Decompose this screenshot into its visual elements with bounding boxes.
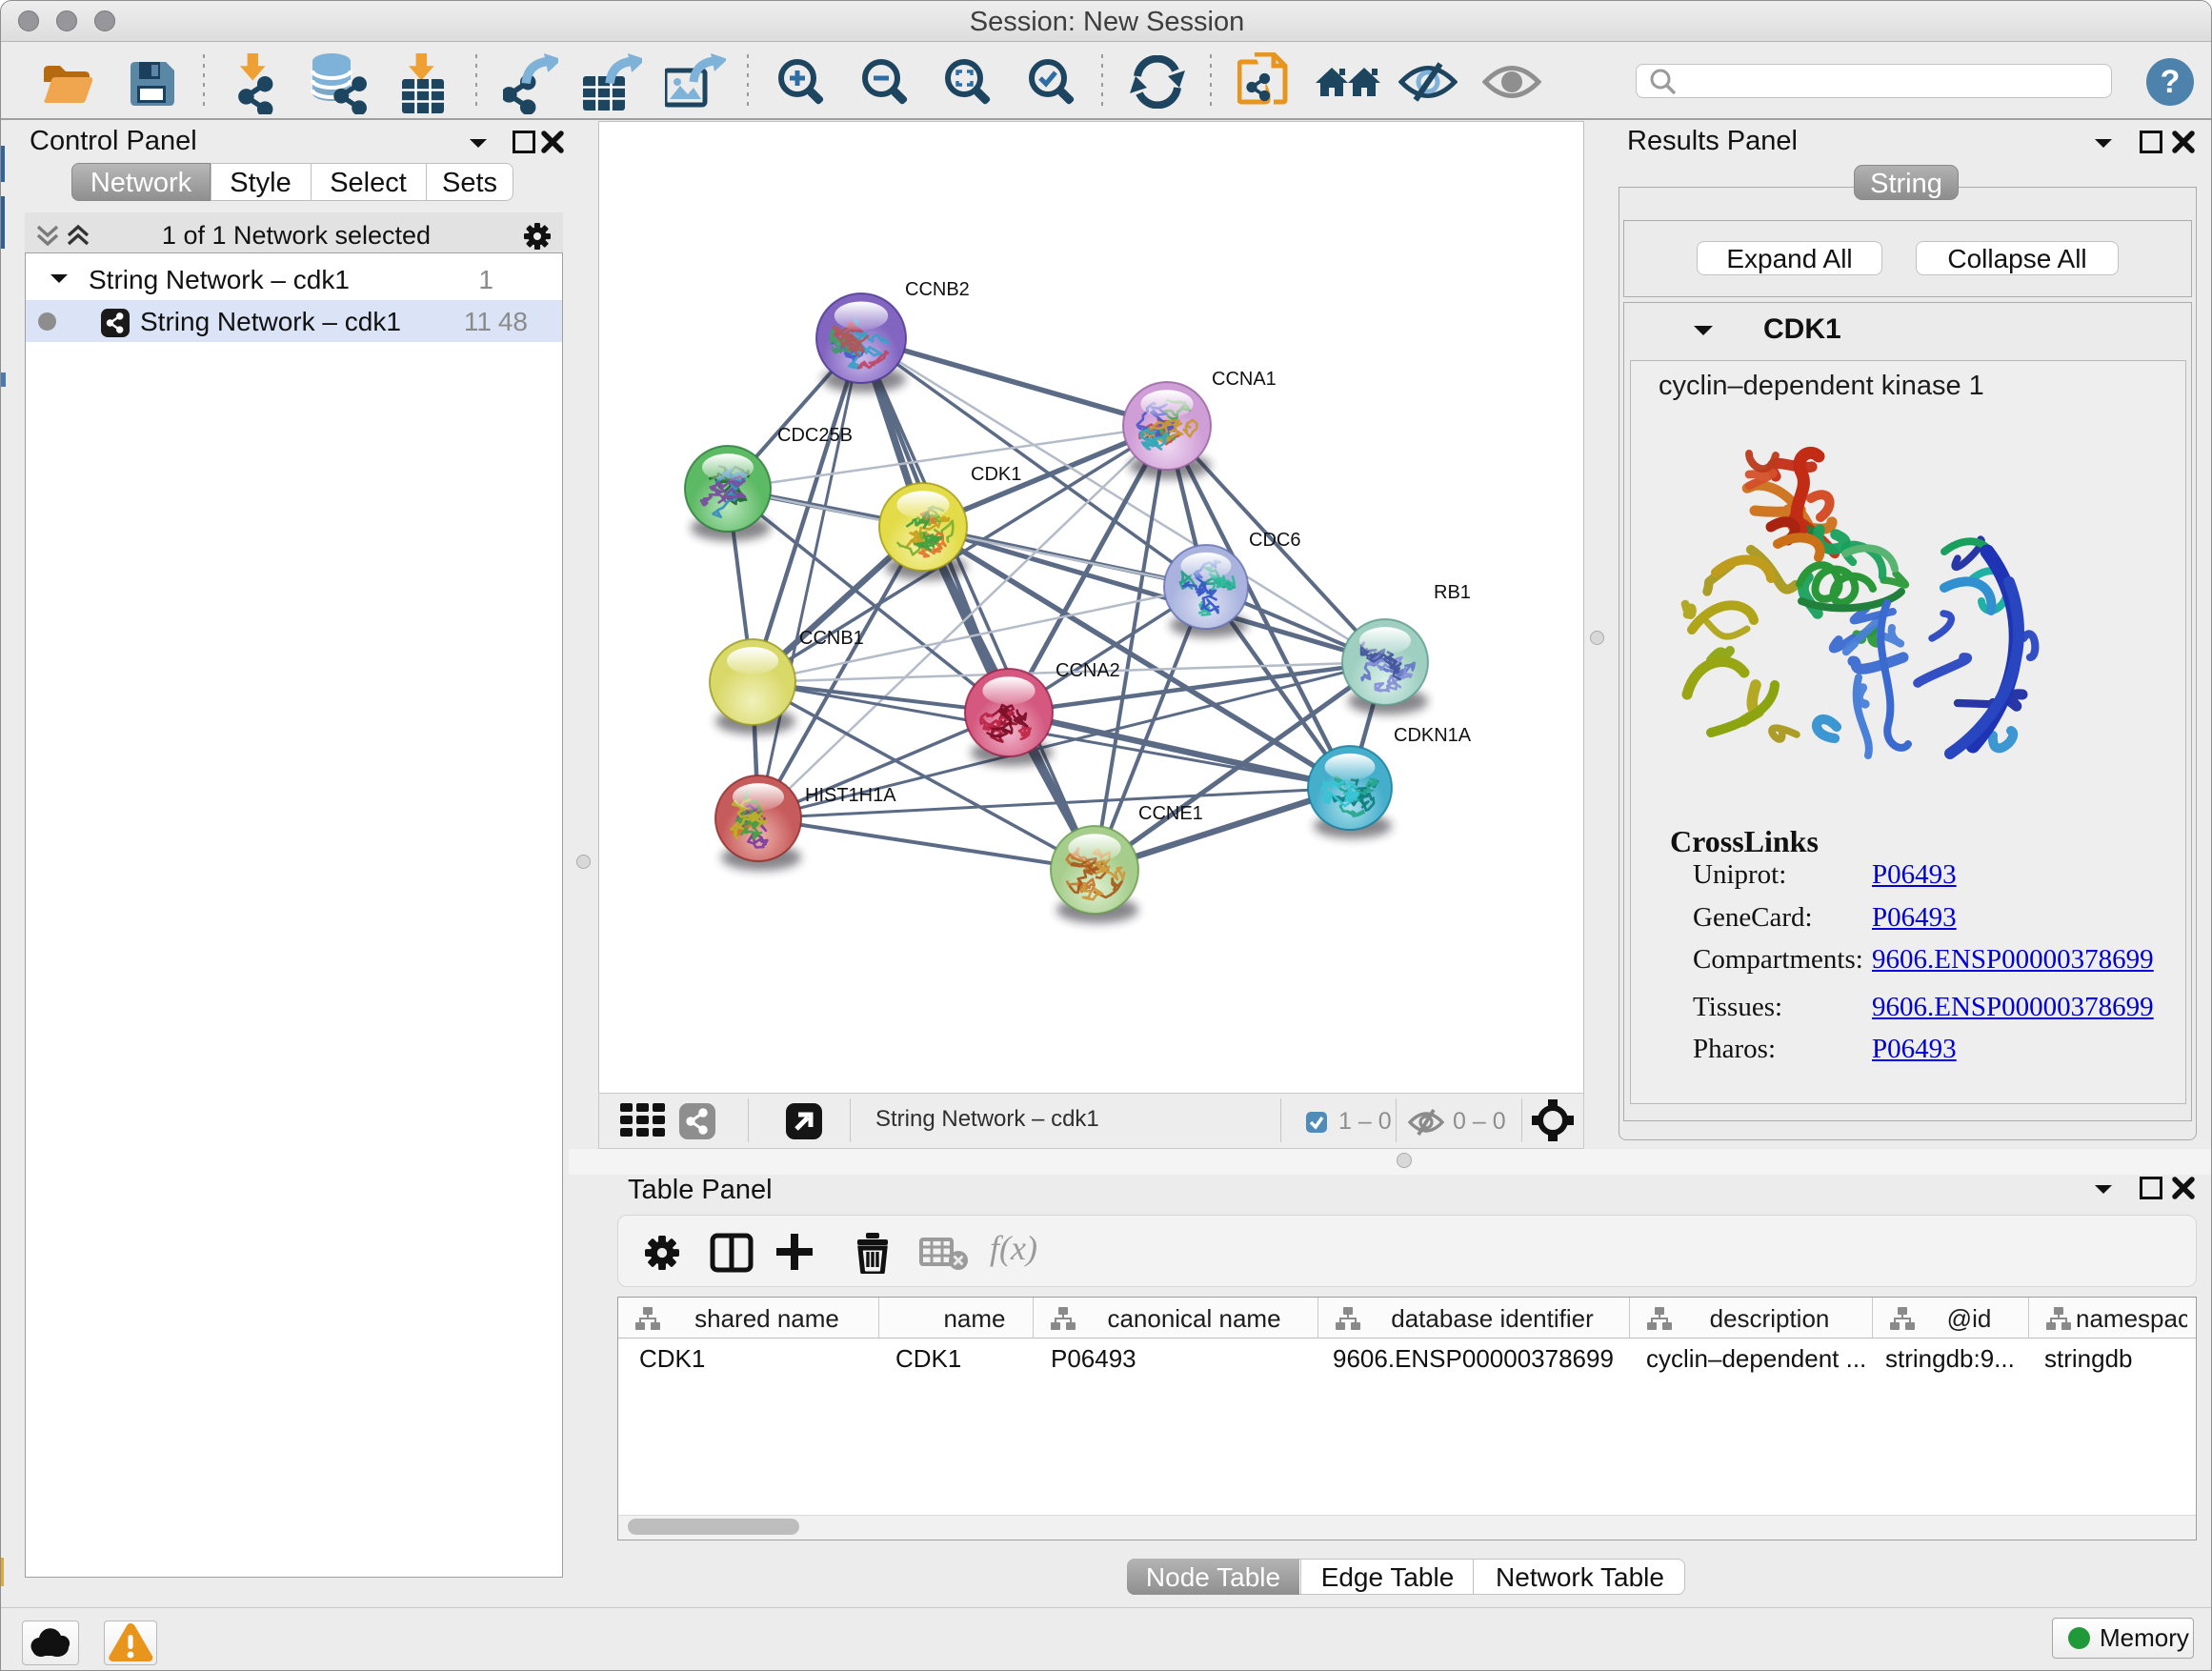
- svg-text:CDC6: CDC6: [1249, 530, 1300, 551]
- svg-text:CDK1: CDK1: [971, 464, 1021, 485]
- svg-text:CCNA1: CCNA1: [1212, 369, 1277, 390]
- svg-text:CCNA2: CCNA2: [1056, 660, 1120, 681]
- svg-text:RB1: RB1: [1434, 582, 1471, 603]
- svg-text:CDC25B: CDC25B: [777, 425, 853, 446]
- svg-text:HIST1H1A: HIST1H1A: [805, 785, 896, 806]
- svg-text:CCNB1: CCNB1: [799, 628, 864, 649]
- svg-text:CDKN1A: CDKN1A: [1394, 725, 1472, 746]
- svg-text:CCNE1: CCNE1: [1138, 803, 1203, 824]
- svg-text:?: ?: [2161, 64, 2181, 100]
- svg-text:CCNB2: CCNB2: [905, 279, 970, 300]
